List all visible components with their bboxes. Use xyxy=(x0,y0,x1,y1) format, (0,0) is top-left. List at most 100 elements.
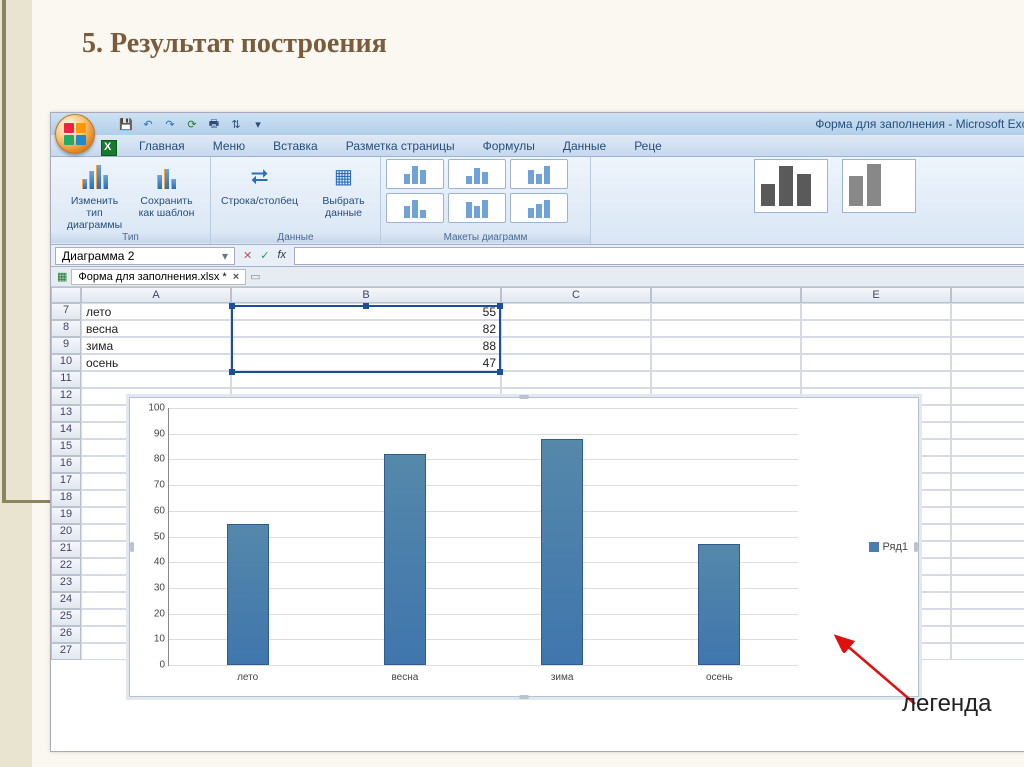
layout-thumb[interactable] xyxy=(510,159,568,189)
cell[interactable] xyxy=(651,303,801,320)
row-header[interactable]: 13 xyxy=(51,405,81,422)
tab-menu[interactable]: Меню xyxy=(201,136,257,156)
chart-legend[interactable]: Ряд1 xyxy=(869,541,908,553)
chart-layouts-gallery[interactable] xyxy=(386,159,586,227)
row-header[interactable]: 25 xyxy=(51,609,81,626)
row-header[interactable]: 20 xyxy=(51,524,81,541)
formula-input[interactable] xyxy=(294,247,1024,265)
save-icon[interactable]: 💾 xyxy=(119,117,133,131)
cell[interactable] xyxy=(951,422,1024,439)
layout-thumb[interactable] xyxy=(448,193,506,223)
cell[interactable] xyxy=(651,320,801,337)
row-header[interactable]: 7 xyxy=(51,303,81,320)
office-button[interactable] xyxy=(55,114,95,154)
column-header[interactable]: A xyxy=(81,287,231,303)
cell[interactable] xyxy=(951,507,1024,524)
cell[interactable]: зима xyxy=(81,337,231,354)
cell[interactable] xyxy=(951,524,1024,541)
cell[interactable] xyxy=(951,337,1024,354)
chart-style-thumb[interactable] xyxy=(754,159,828,213)
cell[interactable] xyxy=(801,320,951,337)
cell[interactable] xyxy=(951,473,1024,490)
chart-resize-handle[interactable] xyxy=(519,395,529,399)
cell[interactable] xyxy=(501,303,651,320)
tab-page-layout[interactable]: Разметка страницы xyxy=(334,136,467,156)
cell[interactable] xyxy=(651,371,801,388)
layout-thumb[interactable] xyxy=(386,193,444,223)
redo-icon[interactable]: ↷ xyxy=(163,117,177,131)
select-data-button[interactable]: ▦ Выбрать данные xyxy=(311,159,377,219)
cell[interactable] xyxy=(81,371,231,388)
cell[interactable] xyxy=(651,354,801,371)
chart-style-thumb[interactable] xyxy=(842,159,916,213)
cell[interactable] xyxy=(951,541,1024,558)
tab-review[interactable]: Реце xyxy=(622,136,674,156)
cell[interactable] xyxy=(801,354,951,371)
row-header[interactable]: 15 xyxy=(51,439,81,456)
cell[interactable] xyxy=(231,371,501,388)
cell[interactable] xyxy=(951,626,1024,643)
cell[interactable] xyxy=(951,371,1024,388)
row-header[interactable]: 22 xyxy=(51,558,81,575)
chevron-down-icon[interactable]: ▾ xyxy=(222,249,228,263)
cell[interactable] xyxy=(951,592,1024,609)
cell[interactable] xyxy=(951,490,1024,507)
column-header[interactable]: E xyxy=(801,287,951,303)
row-header[interactable]: 18 xyxy=(51,490,81,507)
cell[interactable] xyxy=(501,337,651,354)
cell[interactable] xyxy=(501,371,651,388)
close-icon[interactable]: × xyxy=(233,271,239,283)
row-header[interactable]: 24 xyxy=(51,592,81,609)
cell[interactable] xyxy=(951,456,1024,473)
tab-insert[interactable]: Вставка xyxy=(261,136,330,156)
cell[interactable] xyxy=(501,354,651,371)
new-sheet-icon[interactable]: ▭ xyxy=(250,270,260,283)
tab-formulas[interactable]: Формулы xyxy=(471,136,547,156)
fx-icon[interactable]: fx xyxy=(277,249,286,262)
cell[interactable] xyxy=(501,320,651,337)
row-header[interactable]: 19 xyxy=(51,507,81,524)
cell[interactable] xyxy=(951,609,1024,626)
cell[interactable]: 88 xyxy=(231,337,501,354)
layout-thumb[interactable] xyxy=(448,159,506,189)
cell[interactable]: 82 xyxy=(231,320,501,337)
row-header[interactable]: 17 xyxy=(51,473,81,490)
cell[interactable] xyxy=(951,558,1024,575)
cell[interactable]: весна xyxy=(81,320,231,337)
row-header[interactable]: 10 xyxy=(51,354,81,371)
layout-thumb[interactable] xyxy=(386,159,444,189)
chart-resize-handle[interactable] xyxy=(519,695,529,699)
document-tab[interactable]: Форма для заполнения.xlsx * × xyxy=(71,269,246,285)
cell[interactable]: лето xyxy=(81,303,231,320)
cell[interactable] xyxy=(951,575,1024,592)
chart-bar[interactable] xyxy=(227,524,269,665)
column-header[interactable] xyxy=(651,287,801,303)
print-icon[interactable]: 🖶 xyxy=(207,117,221,131)
row-header[interactable]: 26 xyxy=(51,626,81,643)
row-header[interactable]: 12 xyxy=(51,388,81,405)
cell[interactable] xyxy=(801,371,951,388)
cell[interactable] xyxy=(951,388,1024,405)
column-header[interactable] xyxy=(951,287,1024,303)
cell[interactable]: 55 xyxy=(231,303,501,320)
chart-resize-handle[interactable] xyxy=(130,542,134,552)
chart-resize-handle[interactable] xyxy=(914,542,918,552)
tab-home[interactable]: Главная xyxy=(127,136,197,156)
cancel-icon[interactable]: ✕ xyxy=(243,249,252,262)
cell[interactable]: 47 xyxy=(231,354,501,371)
cell[interactable]: осень xyxy=(81,354,231,371)
row-header[interactable]: 11 xyxy=(51,371,81,388)
cell[interactable] xyxy=(951,320,1024,337)
refresh-icon[interactable]: ⟳ xyxy=(185,117,199,131)
chart-bar[interactable] xyxy=(698,544,740,665)
name-box[interactable]: Диаграмма 2 ▾ xyxy=(55,247,235,265)
row-header[interactable]: 16 xyxy=(51,456,81,473)
worksheet[interactable]: ABCE7лето558весна829зима8810осень4711121… xyxy=(51,287,1024,660)
column-header[interactable]: C xyxy=(501,287,651,303)
chart-bar[interactable] xyxy=(384,454,426,665)
row-header[interactable]: 21 xyxy=(51,541,81,558)
save-as-template-button[interactable]: Сохранить как шаблон xyxy=(134,159,200,219)
cell[interactable] xyxy=(801,303,951,320)
row-header[interactable]: 8 xyxy=(51,320,81,337)
enter-icon[interactable]: ✓ xyxy=(260,249,269,262)
